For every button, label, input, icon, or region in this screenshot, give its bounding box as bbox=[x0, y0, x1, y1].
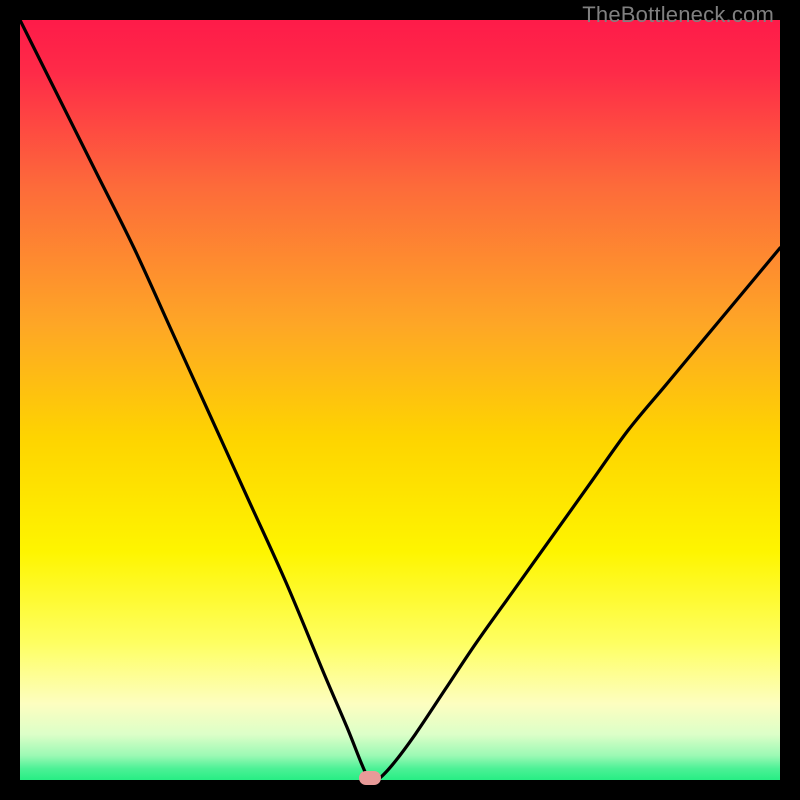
chart-frame bbox=[20, 20, 780, 780]
gradient-background bbox=[20, 20, 780, 780]
watermark-text: TheBottleneck.com bbox=[582, 2, 774, 28]
chart-canvas bbox=[20, 20, 780, 780]
optimal-point-marker bbox=[359, 771, 381, 785]
